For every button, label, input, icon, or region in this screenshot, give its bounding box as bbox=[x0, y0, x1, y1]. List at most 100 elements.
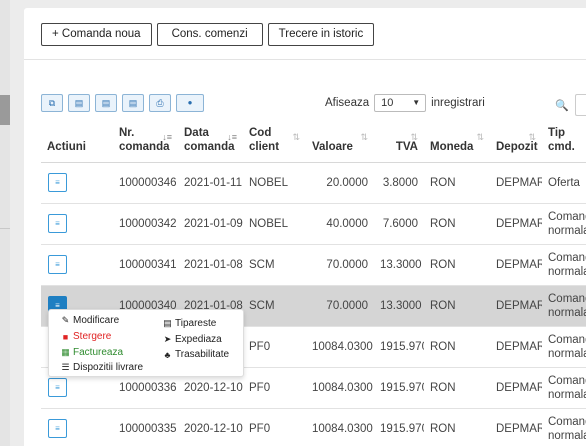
table-row[interactable]: ≡ 100000342 2021-01-09 NOBEL 40.0000 7.6000 RO… bbox=[41, 203, 586, 245]
cell-tva: 1915.9700 bbox=[374, 326, 424, 368]
tree-icon: ♣ bbox=[164, 349, 171, 360]
cell-data-comanda: 2021-01-11 bbox=[178, 162, 243, 204]
col-header-depozit[interactable]: Depozit ⇅ bbox=[490, 124, 542, 163]
menu-label: Dispozitii livrare bbox=[73, 362, 144, 373]
menu-label: Stergere bbox=[73, 331, 112, 342]
menu-label: Factureaza bbox=[73, 347, 124, 358]
sort-icon: ⇅ bbox=[292, 132, 300, 142]
cell-actions: ≡ bbox=[41, 244, 113, 286]
new-order-button[interactable]: + Comanda noua bbox=[41, 23, 152, 46]
row-actions-button[interactable]: ≡ bbox=[48, 214, 67, 233]
sort-icon: ↓≡ bbox=[227, 132, 237, 142]
menu-label: Expediaza bbox=[175, 334, 222, 345]
sidebar-active-marker bbox=[0, 95, 10, 125]
cell-tva: 1915.9700 bbox=[374, 367, 424, 409]
history-transfer-button[interactable]: Trecere in istoric bbox=[267, 23, 375, 46]
page-length-value: 10 bbox=[381, 97, 394, 109]
left-sidebar-edge bbox=[0, 0, 10, 446]
row-actions-button[interactable]: ≡ bbox=[48, 419, 67, 438]
menu-label: Tipareste bbox=[175, 318, 217, 329]
search-icon: 🔍 bbox=[555, 99, 569, 112]
menu-item-modificare[interactable]: ✎ Modificare bbox=[61, 315, 119, 326]
menu-item-dispozitii-livrare[interactable]: ☰ Dispozitii livrare bbox=[61, 362, 143, 373]
sort-icon: ⇅ bbox=[476, 132, 484, 142]
menu-item-stergere[interactable]: ■ Stergere bbox=[61, 331, 112, 342]
cell-tva: 7.6000 bbox=[374, 203, 424, 245]
table-row[interactable]: ≡ 100000341 2021-01-08 SCM 70.0000 13.3000 RON… bbox=[41, 244, 586, 286]
print-icon[interactable]: ⎙ bbox=[149, 94, 171, 112]
trash-icon: ■ bbox=[62, 331, 69, 342]
cell-depozit: DEPMARF bbox=[490, 408, 542, 446]
cell-valoare: 10084.0300 bbox=[306, 367, 374, 409]
cell-nr-comanda: 100000341 bbox=[113, 244, 178, 286]
cell-cod-client: PF0 bbox=[243, 367, 306, 409]
pdf-icon[interactable]: ▤ bbox=[122, 94, 144, 112]
toolbar-divider bbox=[24, 59, 586, 60]
cell-valoare: 40.0000 bbox=[306, 203, 374, 245]
cell-tva: 13.3000 bbox=[374, 285, 424, 327]
cell-cod-client: PF0 bbox=[243, 326, 306, 368]
cell-nr-comanda: 100000342 bbox=[113, 203, 178, 245]
cell-cod-client: SCM bbox=[243, 285, 306, 327]
eye-icon[interactable]: ● bbox=[176, 94, 204, 112]
cell-moneda: RON bbox=[424, 326, 490, 368]
cell-data-comanda: 2021-01-08 bbox=[178, 244, 243, 286]
invoice-icon: ▦ bbox=[61, 347, 70, 357]
cell-cod-client: NOBEL bbox=[243, 162, 306, 204]
cons-orders-button[interactable]: Cons. comenzi bbox=[156, 23, 263, 46]
menu-item-trasabilitate[interactable]: ♣ Trasabilitate bbox=[163, 349, 230, 360]
cell-moneda: RON bbox=[424, 244, 490, 286]
cell-moneda: RON bbox=[424, 408, 490, 446]
col-header-nr-comanda[interactable]: Nr. comanda ↓≡ bbox=[113, 124, 178, 163]
search-input[interactable] bbox=[574, 94, 586, 116]
cell-cod-client: NOBEL bbox=[243, 203, 306, 245]
sidebar-divider bbox=[0, 228, 10, 229]
table-row[interactable]: ≡ 100000346 2021-01-11 NOBEL 20.0000 3.8000 RO… bbox=[41, 162, 586, 204]
cell-valoare: 10084.0300 bbox=[306, 408, 374, 446]
cell-moneda: RON bbox=[424, 162, 490, 204]
cell-valoare: 70.0000 bbox=[306, 244, 374, 286]
col-header-cod-client[interactable]: Cod client ⇅ bbox=[243, 124, 306, 163]
row-actions-button[interactable]: ≡ bbox=[48, 173, 67, 192]
menu-item-factureaza[interactable]: ▦ Factureaza bbox=[61, 347, 123, 358]
cell-tip-cmd: Comanda normala bbox=[542, 244, 586, 286]
excel-icon[interactable]: ▤ bbox=[95, 94, 117, 112]
table-header-row: Actiuni Nr. comanda ↓≡ Data comanda ↓≡ Cod… bbox=[41, 124, 586, 163]
send-icon: ➤ bbox=[163, 334, 172, 344]
table-body: ≡ 100000346 2021-01-11 NOBEL 20.0000 3.8000 RO… bbox=[41, 162, 586, 446]
menu-item-tipareste[interactable]: ▤ Tipareste bbox=[163, 318, 216, 329]
cell-valoare: 70.0000 bbox=[306, 285, 374, 327]
cell-cod-client: SCM bbox=[243, 244, 306, 286]
col-header-data-comanda[interactable]: Data comanda ↓≡ bbox=[178, 124, 243, 163]
copy-icon[interactable]: ⧉ bbox=[41, 94, 63, 112]
chevron-down-icon: ▼ bbox=[412, 98, 421, 107]
cell-tva: 1915.9700 bbox=[374, 408, 424, 446]
orders-table: Actiuni Nr. comanda ↓≡ Data comanda ↓≡ Cod… bbox=[41, 124, 586, 446]
plus-icon: + bbox=[52, 28, 59, 40]
cell-actions: ≡ bbox=[41, 162, 113, 204]
cell-depozit: DEPMARF bbox=[490, 285, 542, 327]
cell-actions: ≡ bbox=[41, 203, 113, 245]
col-header-tva[interactable]: TVA ⇅ bbox=[374, 124, 424, 163]
row-actions-button[interactable]: ≡ bbox=[48, 255, 67, 274]
cell-tip-cmd: Comanda normala bbox=[542, 408, 586, 446]
toolbar: + Comanda noua Cons. comenzi Trecere in … bbox=[41, 23, 375, 46]
cell-data-comanda: 2021-01-09 bbox=[178, 203, 243, 245]
csv-icon[interactable]: ▤ bbox=[68, 94, 90, 112]
col-header-valoare[interactable]: Valoare ⇅ bbox=[306, 124, 374, 163]
cell-nr-comanda: 100000335 bbox=[113, 408, 178, 446]
col-header-moneda[interactable]: Moneda ⇅ bbox=[424, 124, 490, 163]
cell-depozit: DEPMARF bbox=[490, 203, 542, 245]
col-header-actiuni: Actiuni bbox=[41, 124, 113, 163]
col-header-tip-cmd[interactable]: Tip cmd. bbox=[542, 124, 586, 163]
table-search: 🔍 bbox=[555, 94, 586, 116]
row-actions-button[interactable]: ≡ bbox=[48, 378, 67, 397]
cell-tva: 3.8000 bbox=[374, 162, 424, 204]
cell-depozit: DEPMARF bbox=[490, 326, 542, 368]
cell-nr-comanda: 100000346 bbox=[113, 162, 178, 204]
menu-item-expediaza[interactable]: ➤ Expediaza bbox=[163, 334, 222, 345]
cell-tip-cmd: Comanda normala bbox=[542, 326, 586, 368]
table-row[interactable]: ≡ 100000335 2020-12-10 PF0 10084.0300 1915.97… bbox=[41, 408, 586, 446]
page-length-select[interactable]: 10 ▼ bbox=[374, 94, 427, 112]
cell-moneda: RON bbox=[424, 367, 490, 409]
